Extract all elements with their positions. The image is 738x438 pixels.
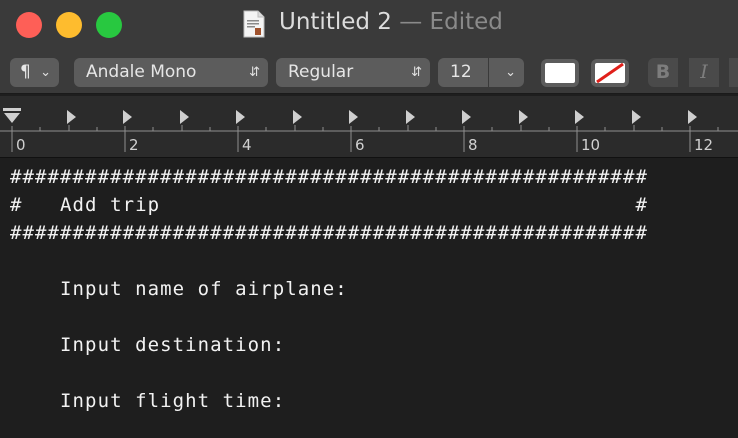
- ruler-label: 12: [694, 136, 714, 154]
- ruler-ticks: [0, 125, 738, 152]
- document-icon: [243, 10, 265, 38]
- ruler-label: 6: [355, 136, 365, 154]
- font-size-value: 12: [450, 62, 472, 82]
- chevron-up-down-icon: ⇵: [249, 65, 260, 80]
- ruler-label: 2: [129, 136, 139, 154]
- ruler-label: 4: [242, 136, 252, 154]
- text-line: Input flight time:: [10, 390, 286, 412]
- text-line: ########################################…: [10, 166, 648, 188]
- minimize-window-button[interactable]: [56, 12, 82, 38]
- text-line: # Add trip #: [10, 194, 648, 216]
- text-line: Input destination:: [10, 334, 286, 356]
- document-name: Untitled 2: [279, 9, 392, 35]
- font-size-combo[interactable]: 12 ⌄: [438, 58, 524, 87]
- window-title: Untitled 2 — Edited: [279, 9, 503, 35]
- title-bar: Untitled 2 — Edited: [0, 0, 738, 50]
- pilcrow-icon: ¶: [20, 62, 31, 82]
- underline-button[interactable]: [729, 58, 738, 87]
- font-family-value: Andale Mono: [86, 62, 197, 82]
- italic-button[interactable]: I: [689, 58, 719, 87]
- text-line: ########################################…: [10, 222, 648, 244]
- chevron-down-icon: ⌄: [40, 65, 51, 80]
- ruler-scale: [0, 108, 738, 152]
- close-window-button[interactable]: [16, 12, 42, 38]
- ruler-left-margin-marker[interactable]: [3, 108, 21, 123]
- zoom-window-button[interactable]: [96, 12, 122, 38]
- ruler[interactable]: 0 2 4 6 8 10 12: [0, 96, 738, 158]
- chevron-down-icon[interactable]: ⌄: [505, 58, 516, 87]
- text-editor[interactable]: ########################################…: [0, 160, 738, 438]
- no-color-swatch: [595, 62, 625, 84]
- bold-button[interactable]: B: [648, 58, 678, 87]
- text-line: Input name of airplane:: [10, 278, 348, 300]
- no-color-slash-icon: [596, 62, 624, 84]
- ruler-label: 8: [468, 136, 478, 154]
- edited-indicator: — Edited: [391, 9, 503, 35]
- text-color-well[interactable]: [541, 59, 579, 87]
- chevron-up-down-icon: ⇵: [411, 65, 422, 80]
- divider: [488, 58, 489, 87]
- ruler-label: 10: [581, 136, 601, 154]
- format-toolbar: ¶ ⌄ Andale Mono ⇵ Regular ⇵ 12 ⌄ B I: [0, 50, 738, 94]
- font-family-select[interactable]: Andale Mono ⇵: [74, 58, 268, 87]
- paragraph-style-dropdown[interactable]: ¶ ⌄: [10, 58, 59, 87]
- font-style-value: Regular: [288, 62, 354, 82]
- ruler-tab-stops[interactable]: [67, 110, 697, 124]
- ruler-label: 0: [16, 136, 26, 154]
- font-style-select[interactable]: Regular ⇵: [276, 58, 430, 87]
- text-color-swatch: [545, 63, 575, 83]
- background-color-well[interactable]: [591, 59, 629, 87]
